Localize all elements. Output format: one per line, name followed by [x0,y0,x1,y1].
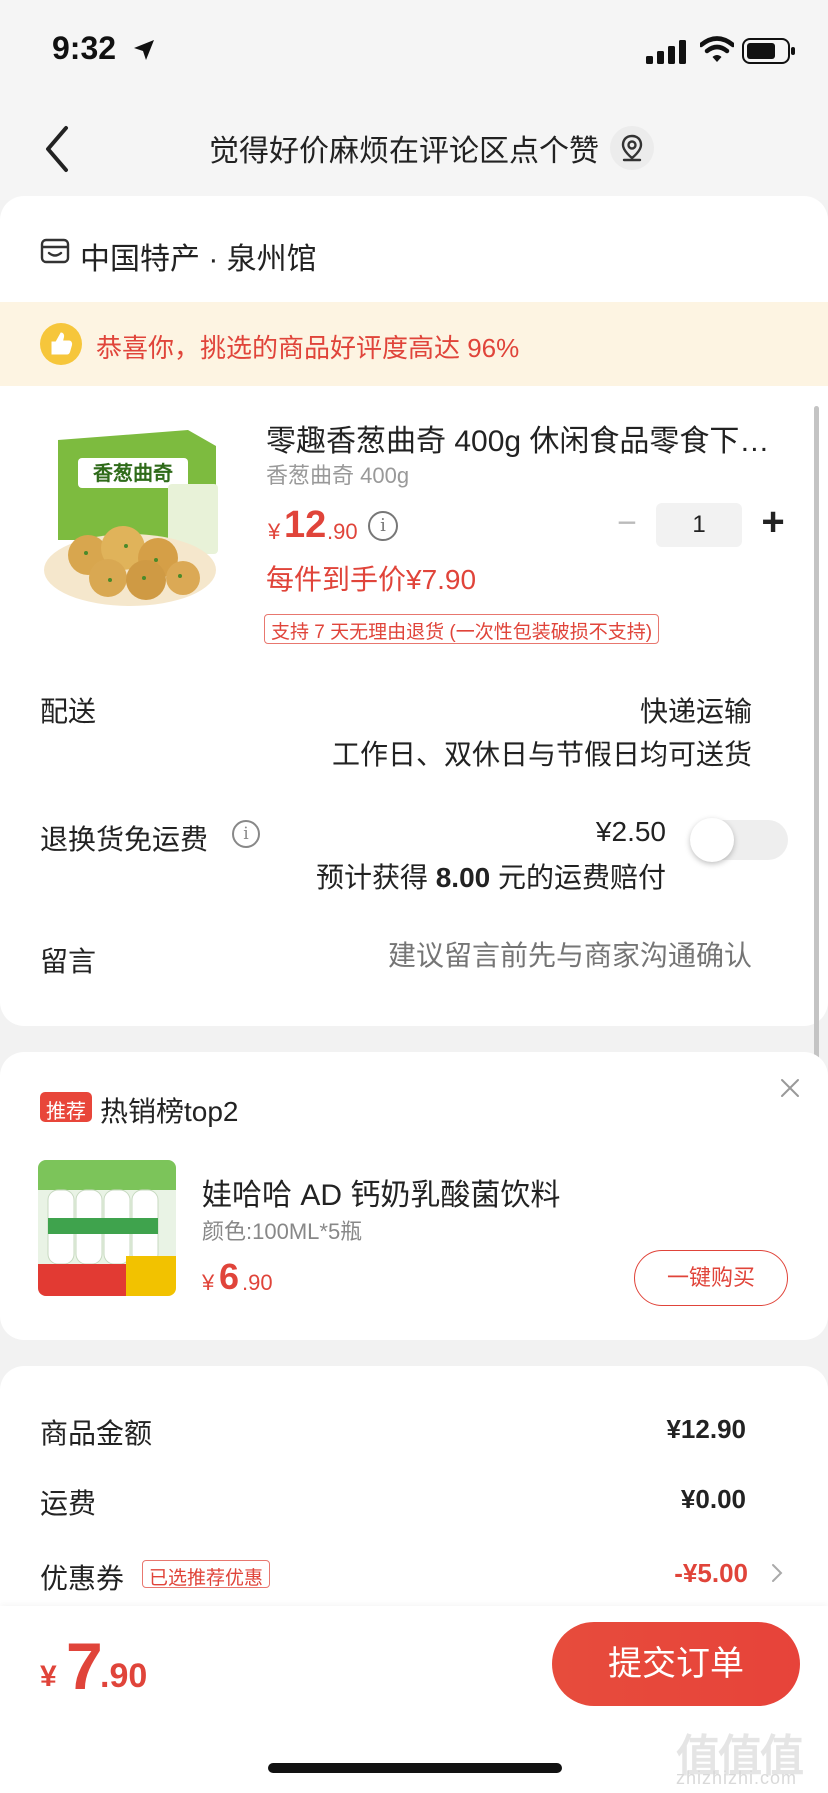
submit-order-button[interactable]: 提交订单 [552,1622,800,1706]
recommend-price-currency: ¥ [202,1270,215,1295]
price-info-icon[interactable]: i [368,511,398,541]
battery-icon [742,38,795,64]
location-pin-icon [621,134,643,162]
goods-amount-value: ¥12.90 [666,1414,746,1444]
coupon-label: 优惠券 [40,1563,125,1594]
total-decimal: .90 [100,1657,148,1695]
close-icon[interactable] [778,1076,802,1100]
recommend-badge: 推荐 [40,1092,92,1123]
price-integer: 12 [284,504,327,546]
quantity-decrease-button[interactable]: − [612,506,642,540]
return-shipping-compensation: 预计获得 8.00 元的运费赔付 [315,862,666,893]
return-shipping-fee: ¥2.50 [595,816,666,847]
location-pin-button[interactable] [610,126,654,170]
product-spec[interactable]: 香葱曲奇 400g [266,458,409,490]
recommend-price-decimal: .90 [242,1270,273,1295]
coupon-value[interactable]: -¥5.00 [674,1558,748,1589]
return-policy-tag: 支持 7 天无理由退货 (一次性包装破损不支持) [264,614,660,644]
message-input[interactable] [332,940,752,972]
delivery-method: 快递运输 [639,696,752,727]
recommend-product-spec: 颜色:100ML*5瓶 [202,1219,363,1244]
location-arrow-icon [134,40,154,60]
shipping-fee-value: ¥0.00 [680,1484,746,1514]
recommend-title: 热销榜top2 [100,1096,239,1127]
toggle-knob[interactable] [690,818,734,862]
wifi-icon [700,36,734,62]
coupon-tag: 已选推荐优惠 [142,1560,271,1589]
price-currency: ¥ [268,519,281,544]
per-item-price: 每件到手价¥7.90 [266,564,477,595]
return-shipping-info-icon[interactable]: i [232,820,260,848]
status-time: 9:32 [52,30,117,66]
goods-amount-label: 商品金额 [40,1418,153,1449]
recommend-product-image[interactable] [38,1160,176,1296]
quantity-value[interactable]: 1 [656,503,742,547]
quantity-increase-button[interactable]: + [756,502,790,542]
total-integer: 7 [66,1629,103,1703]
one-click-buy-button[interactable]: 一键购买 [634,1250,788,1306]
store-icon [40,238,70,264]
scrollbar[interactable] [814,406,819,1154]
chevron-right-icon[interactable] [770,1562,784,1584]
delivery-schedule: 工作日、双休日与节假日均可送货 [331,739,752,770]
watermark-url: zhizhizhi.com [676,1768,798,1788]
home-indicator[interactable] [268,1763,562,1773]
message-label: 留言 [40,946,97,977]
thumbs-up-icon [40,323,82,365]
store-name[interactable]: 中国特产 · 泉州馆 [80,234,317,278]
praise-text: 恭喜你，挑选的商品好评度高达 96% [96,333,520,363]
product-image-text: 香葱曲奇 [93,461,173,485]
shipping-fee-label: 运费 [40,1488,97,1519]
return-shipping-label: 退换货免运费 [40,824,209,855]
recommend-product-name[interactable]: 娃哈哈 AD 钙奶乳酸菌饮料 [202,1170,560,1214]
page-title: 觉得好价麻烦在评论区点个赞 [209,135,599,168]
total-currency: ¥ [40,1660,57,1693]
delivery-label: 配送 [40,696,97,727]
product-title[interactable]: 零趣香葱曲奇 400g 休闲食品零食下午… [266,416,786,460]
product-image[interactable]: 香葱曲奇 [38,420,236,616]
cellular-signal-icon [646,40,686,64]
price-decimal: .90 [327,519,358,544]
recommend-price-integer: 6 [219,1256,240,1297]
